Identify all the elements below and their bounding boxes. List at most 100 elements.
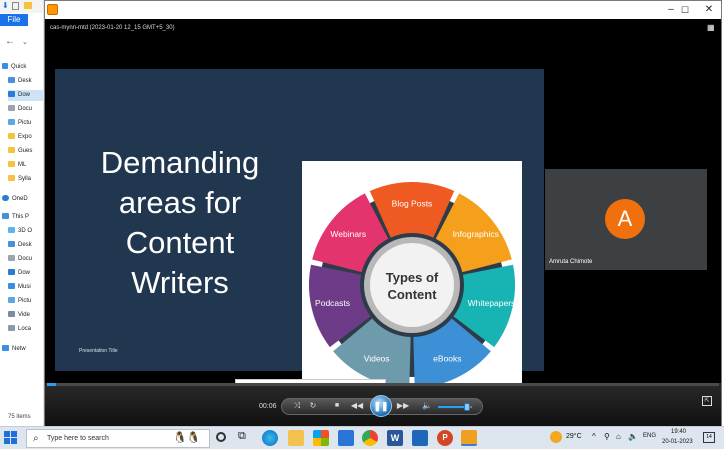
nav-item-local-disk[interactable]: Loca bbox=[8, 324, 31, 335]
down-arrow-icon[interactable]: ⬇ bbox=[2, 1, 9, 10]
nav-item-label: Netw bbox=[12, 346, 26, 352]
cloud-icon bbox=[2, 195, 9, 202]
stop-icon[interactable]: ■ bbox=[331, 399, 343, 413]
shuffle-icon[interactable]: ⤨ bbox=[291, 399, 303, 413]
nav-item-label: 3D O bbox=[18, 228, 33, 234]
slide-title-line: areas for bbox=[118, 185, 242, 220]
cortana-icon[interactable] bbox=[216, 432, 226, 442]
shared-screen: Demanding areas for Content Writers Pres… bbox=[55, 69, 544, 404]
nav-item-label: Expo bbox=[18, 134, 32, 140]
back-arrow-icon[interactable]: ← bbox=[5, 36, 15, 47]
weather-temperature[interactable]: 29°C bbox=[566, 433, 582, 440]
file-tab[interactable]: File bbox=[0, 14, 28, 26]
cube-icon bbox=[8, 227, 15, 234]
switch-to-now-playing-icon[interactable]: ⇱ bbox=[702, 396, 712, 406]
nav-item-downloads[interactable]: Dow bbox=[8, 90, 43, 101]
folder-icon bbox=[8, 161, 15, 168]
search-placeholder: Type here to search bbox=[47, 435, 109, 442]
pause-icon[interactable]: ❚❚ bbox=[370, 395, 392, 417]
nav-item-folder[interactable]: Expo bbox=[8, 132, 32, 143]
nav-item-network[interactable]: Netw bbox=[2, 344, 26, 355]
nav-item-folder[interactable]: Sylla bbox=[8, 174, 31, 185]
slide-title-line: Content bbox=[125, 225, 235, 260]
content-types-infographic: Blog Posts Infographics Whitepapers eBooks V… bbox=[302, 161, 522, 404]
windows-start-icon[interactable] bbox=[4, 431, 17, 444]
clock-date[interactable]: 20-01-2023 bbox=[662, 439, 693, 445]
properties-icon[interactable] bbox=[12, 2, 19, 10]
volume-knob[interactable] bbox=[463, 403, 470, 411]
wheel-segment-label: Whitepapers bbox=[468, 298, 516, 308]
clock-time[interactable]: 19:40 bbox=[671, 429, 686, 435]
nav-item-quick-access[interactable]: Quick bbox=[2, 62, 26, 73]
store-icon[interactable] bbox=[313, 430, 329, 446]
input-language[interactable]: ENG bbox=[643, 433, 656, 439]
seek-bar[interactable] bbox=[47, 383, 719, 386]
nav-item-videos[interactable]: Vide bbox=[8, 310, 30, 321]
nav-item-label: Pictu bbox=[18, 120, 32, 126]
nav-item-label: Dow bbox=[18, 92, 31, 98]
nav-item-label: Gues bbox=[18, 148, 33, 154]
file-explorer-icon[interactable] bbox=[288, 430, 304, 446]
network-icon[interactable]: ⌂ bbox=[616, 432, 621, 441]
desktop-icon bbox=[8, 77, 15, 84]
task-view-icon[interactable]: ⧉ bbox=[238, 430, 246, 443]
title-bar[interactable]: – ☐ ✕ bbox=[45, 1, 721, 19]
nav-item-documents[interactable]: Docu bbox=[8, 254, 32, 265]
item-count: 75 items bbox=[8, 414, 31, 420]
media-player-taskbar-icon[interactable] bbox=[461, 430, 477, 446]
folder-icon bbox=[8, 147, 15, 154]
edge-icon[interactable] bbox=[262, 430, 278, 446]
previous-icon[interactable]: ◀◀ bbox=[350, 399, 364, 413]
presentation-title: Presentation Title bbox=[79, 348, 118, 354]
nav-item-onedrive[interactable]: OneD bbox=[2, 194, 28, 205]
playback-controls: 00:06 ⤨ ↻ ■ ◀◀ ❚❚ ▶▶ 🔈 ⇱ bbox=[45, 383, 721, 426]
chevron-down-icon[interactable]: ⌄ bbox=[22, 38, 28, 46]
nav-item-3d-objects[interactable]: 3D O bbox=[8, 226, 32, 237]
slide-title-line: Writers bbox=[131, 265, 229, 300]
quick-access-toolbar: ⬇ bbox=[0, 0, 43, 13]
video-icon bbox=[8, 311, 15, 318]
media-player-icon bbox=[47, 4, 58, 15]
repeat-icon[interactable]: ↻ bbox=[307, 399, 319, 413]
speaker-icon[interactable]: 🔈 bbox=[628, 432, 638, 441]
nav-item-music[interactable]: Musi bbox=[8, 282, 31, 293]
nav-item-label: Docu bbox=[18, 256, 33, 262]
wheel-segment-label: Infographics bbox=[453, 229, 499, 239]
folder-icon bbox=[8, 175, 15, 182]
word-icon[interactable]: W bbox=[387, 430, 403, 446]
mail-icon[interactable] bbox=[338, 430, 354, 446]
search-icon: ⌕ bbox=[33, 433, 39, 444]
powerpoint-icon[interactable]: P bbox=[437, 430, 453, 446]
chrome-icon[interactable] bbox=[362, 430, 378, 446]
chevron-up-icon[interactable]: ^ bbox=[592, 432, 596, 441]
video-area[interactable]: cas-mynn-mtd (2023-01-20 12_15 GMT+5_30)… bbox=[45, 19, 721, 404]
folder-icon[interactable] bbox=[24, 2, 32, 9]
nav-item-pictures[interactable]: Pictu bbox=[8, 296, 31, 307]
people-icon[interactable]: ⚲ bbox=[604, 432, 610, 441]
notification-icon[interactable]: 14 bbox=[703, 432, 715, 443]
nav-item-desktop[interactable]: Desk bbox=[8, 76, 32, 87]
next-icon[interactable]: ▶▶ bbox=[396, 399, 410, 413]
nav-item-folder[interactable]: ML bbox=[8, 160, 26, 171]
weather-sun-icon[interactable] bbox=[550, 431, 562, 443]
participant-tile: A Amruta Chimote bbox=[545, 169, 707, 270]
nav-item-desktop[interactable]: Desk bbox=[8, 240, 32, 251]
grid-view-icon[interactable]: ▦ bbox=[707, 24, 715, 32]
nav-item-label: OneD bbox=[12, 196, 28, 202]
penguins-icon: 🐧🐧 bbox=[173, 432, 201, 444]
nav-item-folder[interactable]: Gues bbox=[8, 146, 32, 157]
wheel-segment-label: Blog Posts bbox=[392, 199, 433, 209]
taskbar-search[interactable]: ⌕ Type here to search 🐧🐧 bbox=[26, 429, 210, 448]
photos-icon[interactable] bbox=[412, 430, 428, 446]
disk-icon bbox=[8, 325, 15, 332]
nav-item-downloads[interactable]: Dow bbox=[8, 268, 30, 279]
network-icon bbox=[2, 345, 9, 352]
volume-icon[interactable]: 🔈 bbox=[421, 399, 433, 413]
nav-item-label: Musi bbox=[18, 284, 31, 290]
nav-item-label: Desk bbox=[18, 78, 32, 84]
close-button[interactable]: ✕ bbox=[695, 1, 723, 19]
content-wheel: Blog Posts Infographics Whitepapers eBooks V… bbox=[309, 182, 516, 388]
nav-item-pictures[interactable]: Pictu bbox=[8, 118, 31, 129]
nav-item-documents[interactable]: Docu bbox=[8, 104, 32, 115]
nav-item-this-pc[interactable]: This P bbox=[2, 212, 29, 223]
